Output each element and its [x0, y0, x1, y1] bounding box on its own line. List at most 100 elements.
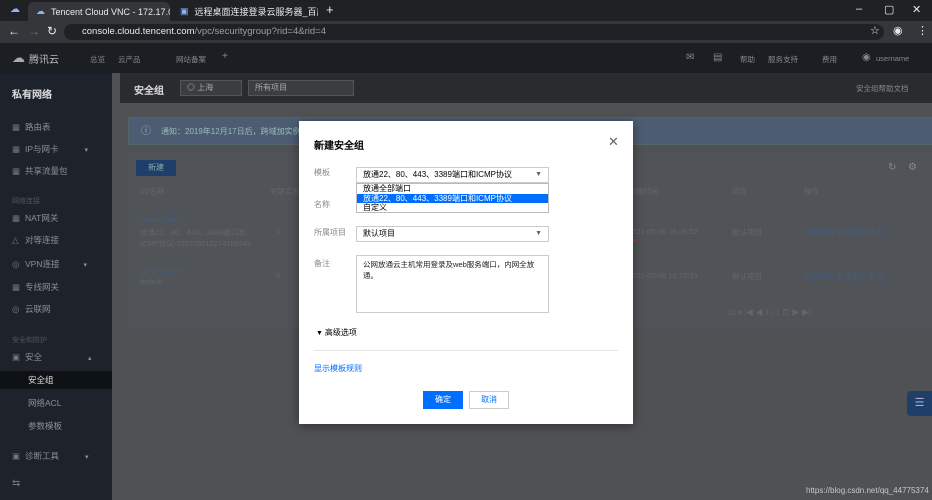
cancel-button[interactable]: 取消: [469, 391, 509, 409]
close-icon[interactable]: ✕: [608, 134, 619, 150]
sidebar-item-peering[interactable]: △ 对等连接: [0, 231, 112, 249]
cloud-icon: ☁: [36, 6, 45, 16]
sidebar-item-label: 专线网关: [25, 282, 60, 292]
avatar[interactable]: ◉: [862, 52, 871, 63]
page-header: 安全组 ◎ 上海 所有项目 安全组帮助文档: [120, 73, 932, 103]
template-option-common[interactable]: 放通22、80、443、3389端口和ICMP协议: [357, 193, 548, 203]
route-icon: ▦: [12, 122, 21, 132]
project-value: 默认项目: [363, 229, 395, 238]
collapse-sidebar-icon[interactable]: ⇆: [12, 478, 20, 489]
sidebar-item-nat[interactable]: ▦ NAT网关: [0, 209, 112, 227]
chevron-down-icon: ▾: [83, 262, 87, 269]
nav-username[interactable]: username: [876, 54, 909, 63]
sidebar-item-security[interactable]: ▣ 安全 ▴: [0, 348, 112, 366]
row2-id[interactable]: sg-4mkaytxc: [140, 266, 182, 275]
menu-icon[interactable]: ⋮: [917, 24, 928, 37]
sidebar-item-dc-gateway[interactable]: ▦ 专线网关: [0, 278, 112, 296]
account-icon[interactable]: ◉: [893, 24, 903, 37]
template-option-custom[interactable]: 自定义: [357, 203, 548, 213]
tab-tencent-vnc[interactable]: ☁ Tencent Cloud VNC - 172.17.0... ✕: [28, 2, 170, 21]
forward-icon[interactable]: →: [28, 24, 40, 38]
create-security-group-dialog: 新建安全组 ✕ 模板 放通22、80、443、3389端口和ICMP协议 ▼ 放…: [299, 121, 633, 424]
tab-search-icon[interactable]: ☁: [10, 4, 20, 15]
sidebar-item-label: 共享流量包: [25, 166, 68, 176]
reload-icon[interactable]: ↻: [47, 24, 57, 38]
tab-title: 远程桌面连接登录云服务器_百度...: [194, 7, 318, 17]
project-filter-select[interactable]: 所有项目: [248, 80, 354, 96]
shield-icon: ▣: [12, 352, 21, 362]
refresh-icon[interactable]: ↻: [888, 162, 896, 173]
row1-name: 放通22，80，443，3389端口和ICMP协议-20210501627418…: [140, 228, 252, 248]
table-header-ops: 操作: [804, 187, 819, 196]
peering-icon: △: [12, 235, 19, 245]
sidebar-item-label: 对等连接: [25, 235, 60, 245]
advanced-options-label: 高级选项: [324, 328, 357, 337]
sidebar-item-traffic-pack[interactable]: ▦ 共享流量包: [0, 162, 112, 180]
star-icon[interactable]: ☆: [870, 24, 880, 37]
sidebar-item-label: 云联网: [25, 304, 51, 314]
region-value: 上海: [197, 83, 214, 92]
caret-down-icon: ▼: [316, 330, 325, 337]
region-select[interactable]: ◎ 上海: [180, 80, 242, 96]
doc-link[interactable]: 安全组帮助文档: [856, 83, 909, 94]
remark-label: 备注: [314, 259, 330, 268]
nav-add[interactable]: +: [222, 51, 228, 62]
sidebar-item-label: VPN连接: [25, 259, 60, 269]
back-icon[interactable]: ←: [8, 24, 20, 38]
template-option-all[interactable]: 放通全部端口: [357, 184, 548, 194]
sidebar-item-label: NAT网关: [25, 213, 59, 223]
nat-icon: ▦: [12, 213, 21, 223]
nav-help[interactable]: 帮助: [740, 54, 755, 65]
tab-title: Tencent Cloud VNC - 172.17.0...: [51, 6, 170, 17]
sidebar-item-label: 安全组: [28, 375, 54, 385]
row2-ops[interactable]: 修改规则 管理实例 更多: [804, 271, 883, 282]
url-path: /vpc/securitygroup?rid=4&rid=4: [194, 26, 326, 37]
nic-icon: ▦: [12, 144, 21, 154]
row1-count: 1: [276, 227, 281, 236]
nav-billing[interactable]: 费用: [822, 54, 837, 65]
remark-textarea[interactable]: 公网放通云主机常用登录及web服务端口，内网全放通。: [356, 255, 549, 313]
row1-id[interactable]: sg-4nn7ptrx: [140, 215, 180, 224]
sidebar-item-vpn[interactable]: ◎ VPN连接 ▾: [0, 255, 112, 273]
maximize-button[interactable]: ▢: [884, 3, 894, 16]
pagination[interactable]: 20 ▾ |◀ ◀ 1 / 1 页 ▶ ▶|: [728, 307, 811, 318]
template-label: 模板: [314, 168, 330, 177]
project-filter-value: 所有项目: [255, 83, 287, 92]
nav-support[interactable]: 服务支持: [768, 54, 798, 65]
row2-time: 2021-05-06 16:23:33: [628, 271, 698, 280]
close-window-button[interactable]: ✕: [912, 3, 921, 16]
globe-icon: ◎: [187, 83, 198, 92]
confirm-button[interactable]: 确定: [423, 391, 463, 409]
row1-ops[interactable]: 修改规则 管理实例 更多: [804, 227, 883, 238]
sidebar-item-ip-nic[interactable]: ▦ IP与网卡 ▾: [0, 140, 112, 158]
nav-icp[interactable]: 网站备案: [176, 54, 206, 65]
sidebar-item-label: 安全: [25, 352, 43, 362]
sidebar-item-ccn[interactable]: ◎ 云联网: [0, 300, 112, 318]
doc-icon[interactable]: ▤: [713, 52, 722, 63]
minimize-button[interactable]: –: [856, 3, 862, 15]
row2-project: 默认项目: [732, 272, 762, 281]
new-security-group-button[interactable]: 新建: [136, 160, 176, 176]
sidebar-item-route-table[interactable]: ▦ 路由表: [0, 118, 112, 136]
gear-icon[interactable]: ⚙: [908, 162, 917, 173]
new-tab-button[interactable]: +: [326, 2, 334, 17]
sidebar-item-acl[interactable]: 网络ACL: [0, 394, 112, 412]
sidebar-item-diagnostics[interactable]: ▣ 诊断工具 ▾: [0, 447, 112, 465]
sidebar-item-param-template[interactable]: 参数模板: [0, 417, 112, 435]
tab-baidu[interactable]: ▣ 远程桌面连接登录云服务器_百度... ✕: [172, 2, 318, 21]
traffic-icon: ▦: [12, 166, 21, 176]
advanced-options-toggle[interactable]: ▼ 高级选项: [316, 327, 357, 338]
nav-products[interactable]: 云产品: [118, 54, 141, 65]
gateway-icon: ▦: [12, 282, 21, 292]
project-select[interactable]: 默认项目 ▼: [356, 226, 549, 242]
nav-overview[interactable]: 总览: [90, 54, 105, 65]
sidebar-item-label: 诊断工具: [25, 451, 60, 461]
chat-icon[interactable]: ☰: [907, 391, 932, 416]
address-bar[interactable]: console.cloud.tencent.com/vpc/securitygr…: [64, 24, 884, 40]
template-select[interactable]: 放通22、80、443、3389端口和ICMP协议 ▼: [356, 167, 549, 183]
sidebar-title: 私有网络: [12, 90, 52, 101]
show-template-rules-link[interactable]: 显示模板规则: [314, 363, 362, 374]
sidebar-item-security-group[interactable]: 安全组: [0, 371, 112, 389]
mail-icon[interactable]: ✉: [686, 52, 694, 63]
tencent-cloud-logo[interactable]: ☁ 腾讯云: [12, 50, 59, 66]
